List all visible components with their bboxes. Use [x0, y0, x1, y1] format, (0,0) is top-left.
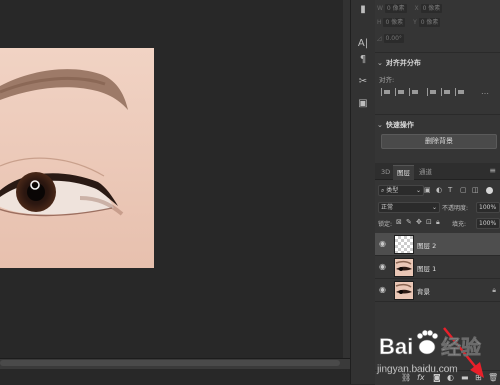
tools-icon[interactable]: ✂ [354, 74, 372, 90]
remove-background-button[interactable]: 删除背景 [381, 134, 497, 149]
eye-thumbnail-image [395, 259, 413, 276]
layer-filter-row: ⌕ 类型 ⌄ ▣ ◐ T ▢ ◫ [378, 185, 498, 196]
lock-artboard-icon[interactable]: ⊡ [426, 218, 432, 226]
svg-text:Bai: Bai [379, 334, 413, 359]
history-icon[interactable]: ▣ [354, 96, 372, 112]
blend-mode-select[interactable]: 正常 ⌄ [378, 202, 440, 213]
tab-layers[interactable]: 图层 [393, 165, 414, 180]
align-left-icon[interactable] [381, 88, 392, 96]
align-top-icon[interactable] [427, 88, 438, 96]
lock-all-icon[interactable]: 🔒︎ [436, 218, 440, 227]
character-icon[interactable]: A| [354, 36, 372, 52]
lock-transparent-icon[interactable]: ⊠ [396, 218, 402, 226]
eye-thumbnail-image [395, 282, 413, 299]
align-vcenter-icon[interactable] [441, 88, 452, 96]
svg-text:经验: 经验 [441, 335, 481, 359]
tab-channels[interactable]: 通道 [415, 165, 436, 179]
layer-thumbnail [394, 281, 414, 300]
layer-thumbnail [394, 258, 414, 277]
chevron-down-icon: ⌄ [415, 187, 421, 194]
blend-row: 正常 ⌄ 不透明度: 100% [378, 202, 500, 213]
layer-name: 背景 [417, 288, 430, 296]
fill-input[interactable]: 100% [476, 218, 500, 229]
layer-row[interactable]: ◉ 背景 🔒︎ [375, 279, 500, 302]
tab-3d[interactable]: 3D [377, 165, 394, 179]
layer-row[interactable]: ◉ 图层 1 [375, 256, 500, 279]
filter-shape-icon[interactable]: ▢ [460, 186, 467, 194]
opacity-input[interactable]: 100% [476, 202, 500, 213]
align-bottom-icon[interactable] [455, 88, 466, 96]
lock-position-icon[interactable]: ✥ [416, 218, 422, 226]
lock-image-icon[interactable]: ✎ [406, 218, 412, 226]
layer-name: 图层 2 [417, 242, 437, 250]
quick-actions-title[interactable]: ⌄ 快速操作 [377, 120, 414, 130]
chevron-down-icon[interactable]: ⌄ [377, 121, 383, 129]
filter-pixel-icon[interactable]: ▣ [424, 186, 431, 194]
panel-menu-icon[interactable]: ≡ [489, 166, 496, 175]
divider [375, 114, 500, 115]
baidu-watermark: Bai 经验 jingyan.baidu.com [361, 324, 497, 376]
filter-toggle-icon[interactable] [486, 187, 493, 194]
align-sub-label: 对齐: [379, 76, 395, 84]
more-icon[interactable]: … [481, 87, 489, 96]
eye-photo [0, 48, 154, 268]
paragraph-icon[interactable]: ¶ [354, 52, 372, 68]
properties-icon[interactable]: ▮ [354, 2, 372, 18]
filter-adjustment-icon[interactable]: ◐ [436, 186, 442, 194]
eye-icon[interactable]: ◉ [379, 263, 389, 271]
align-right-icon[interactable] [409, 88, 420, 96]
x-field[interactable]: 0 像素 [420, 4, 443, 13]
lock-icon[interactable]: 🔒︎ [492, 286, 496, 295]
lock-row: 锁定: ⊠ ✎ ✥ ⊡ 🔒︎ 填充: 100% [378, 218, 500, 229]
height-field[interactable]: 0 像素 [383, 18, 406, 27]
layer-name: 图层 1 [417, 265, 437, 273]
document-canvas[interactable] [0, 48, 154, 268]
align-section-title[interactable]: ⌄ 对齐并分布 [377, 58, 421, 68]
dimension-row-1: W 0 像素 X 0 像素 [377, 4, 443, 13]
align-hcenter-icon[interactable] [395, 88, 406, 96]
eye-icon[interactable]: ◉ [379, 240, 389, 248]
eye-icon[interactable]: ◉ [379, 286, 389, 294]
lock-label: 锁定: [378, 221, 393, 228]
filter-type-icon[interactable]: T [448, 186, 452, 194]
layer-thumbnail [394, 235, 414, 254]
divider [375, 52, 500, 53]
chevron-down-icon[interactable]: ⌄ [377, 59, 383, 67]
search-icon: ⌕ [381, 187, 385, 194]
svg-text:jingyan.baidu.com: jingyan.baidu.com [376, 364, 458, 375]
dimension-row-2: H 0 像素 Y 0 像素 [377, 18, 441, 27]
layers-tab-bar: 3D 图层 通道 ≡ [375, 163, 500, 180]
dimension-row-3: ◿ 0.00° [377, 34, 404, 43]
opacity-label: 不透明度: [442, 205, 469, 212]
filter-smart-icon[interactable]: ◫ [472, 186, 479, 194]
baidu-logo-image: Bai 经验 jingyan.baidu.com [376, 329, 481, 375]
layer-row[interactable]: ◉ 图层 2 [375, 233, 500, 256]
canvas-scroll-thumb[interactable] [0, 360, 340, 366]
angle-field[interactable]: 0.00° [383, 34, 404, 43]
align-buttons: … [381, 87, 491, 98]
chevron-down-icon: ⌄ [431, 204, 437, 211]
y-field[interactable]: 0 像素 [418, 18, 441, 27]
canvas-vertical-scrollbar[interactable] [343, 0, 350, 358]
fill-label: 填充: [452, 221, 467, 228]
filter-kind-select[interactable]: ⌕ 类型 ⌄ [378, 185, 424, 196]
width-field[interactable]: 0 像素 [384, 4, 407, 13]
